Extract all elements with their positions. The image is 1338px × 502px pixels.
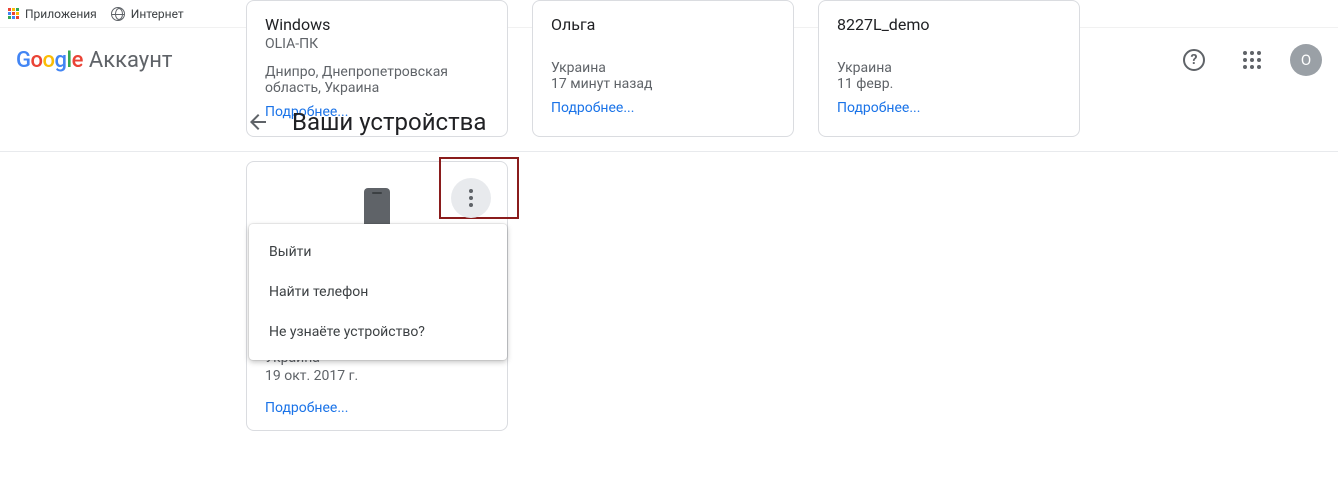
- device-subtitle: OLIA-ПК: [265, 36, 489, 52]
- device-date: 11 февр.: [837, 76, 1061, 92]
- back-arrow-button[interactable]: [246, 110, 270, 134]
- menu-item-unknown-device[interactable]: Не узнаёте устройство?: [249, 312, 507, 352]
- device-name: Windows: [265, 15, 489, 34]
- phone-icon: [364, 188, 390, 228]
- device-date: 19 окт. 2017 г.: [265, 368, 358, 384]
- menu-item-find-phone[interactable]: Найти телефон: [249, 272, 507, 312]
- arrow-left-icon: [246, 110, 270, 134]
- device-name: Ольга: [551, 15, 775, 34]
- more-vert-icon: [469, 189, 473, 207]
- device-date: 17 минут назад: [551, 76, 775, 92]
- device-name: 8227L_demo: [837, 15, 1061, 34]
- page-title: Ваши устройства: [292, 108, 486, 136]
- device-location: Украина: [837, 60, 1061, 76]
- more-link[interactable]: Подробнее...: [265, 400, 348, 416]
- device-location: Украина: [551, 60, 775, 76]
- device-card-phone: Выйти Найти телефон Не узнаёте устройств…: [246, 161, 508, 431]
- device-actions-menu: Выйти Найти телефон Не узнаёте устройств…: [249, 224, 507, 360]
- content-area: Windows OLIA-ПК Днипро, Днепропетровская…: [0, 0, 1338, 431]
- device-more-menu-button[interactable]: [451, 178, 491, 218]
- menu-item-signout[interactable]: Выйти: [249, 232, 507, 272]
- page-subheader: Ваши устройства: [0, 92, 1338, 152]
- device-cards-row-2: Выйти Найти телефон Не узнаёте устройств…: [246, 161, 1338, 431]
